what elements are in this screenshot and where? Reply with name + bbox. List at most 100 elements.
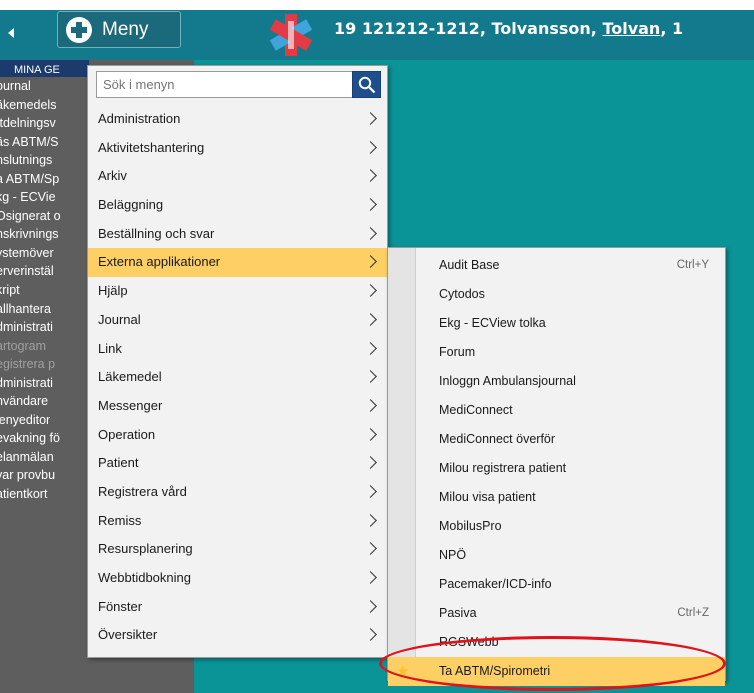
left-panel-item[interactable]: kg - ECVie (0, 188, 89, 207)
menu-item[interactable]: Link (88, 335, 387, 364)
menu-item-label: Journal (98, 311, 141, 327)
menu-item[interactable]: Journal (88, 306, 387, 335)
submenu-item[interactable]: NPÖ (388, 541, 725, 570)
left-panel-item[interactable]: allhantera (0, 300, 89, 319)
left-panel-item[interactable]: evakning fö (0, 429, 89, 448)
menu-item[interactable]: Webbtidbokning (88, 564, 387, 593)
menu-item-label: Aktivitetshantering (98, 139, 205, 155)
patient-given-name-link[interactable]: Tolvan (602, 19, 660, 38)
left-panel-item[interactable]: var provbu (0, 466, 89, 485)
submenu-item-label: MediConnect (439, 403, 513, 417)
submenu-item[interactable]: MobilusPro (388, 512, 725, 541)
submenu-item[interactable]: Inloggn Ambulansjournal (388, 367, 725, 396)
submenu-item[interactable]: Milou visa patient (388, 483, 725, 512)
left-panel-item[interactable]: erverinstäl (0, 262, 89, 281)
menu-item-label: Hjälp (98, 283, 128, 299)
submenu-item[interactable]: Ekg - ECView tolka (388, 309, 725, 338)
patient-info-trailing: 1 (671, 19, 684, 38)
main-menu-dropdown: Administration Aktivitetshantering Arkiv Be… (87, 65, 388, 658)
submenu-item-label: Milou visa patient (439, 490, 536, 504)
chevron-right-icon (364, 399, 377, 412)
left-panel-item[interactable]: a ABTM/Sp (0, 170, 89, 189)
left-panel-item[interactable]: äs ABTM/S (0, 133, 89, 152)
menu-item[interactable]: Läkemedel (88, 363, 387, 392)
menu-item[interactable]: Operation (88, 421, 387, 450)
menu-item[interactable]: Fönster (88, 593, 387, 622)
chevron-right-icon (364, 341, 377, 355)
menu-list: Administration Aktivitetshantering Arkiv Be… (88, 105, 387, 650)
menu-item[interactable]: Hjälp (88, 277, 387, 306)
chevron-right-icon (364, 456, 377, 470)
menu-item[interactable]: Arkiv (88, 162, 387, 191)
menu-item[interactable]: Registrera vård (88, 478, 387, 507)
submenu-item[interactable]: Cytodos (388, 280, 725, 309)
left-panel-item[interactable]: nslutnings (0, 151, 89, 170)
patient-banner: 19 121212-1212, Tolvansson, Tolvan, 1 (334, 19, 684, 38)
left-panel-header: MINA GE (0, 60, 89, 77)
chevron-right-icon (364, 542, 377, 556)
left-panel-item[interactable]: kript (0, 281, 89, 300)
submenu-item[interactable]: Milou registrera patient (388, 454, 725, 483)
menu-item[interactable]: Messenger (88, 392, 387, 421)
submenu-item[interactable]: Pasiva Ctrl+Z (388, 599, 725, 628)
submenu-item-label: MobilusPro (439, 519, 502, 533)
left-panel-item[interactable]: Osignerat o (0, 207, 89, 226)
chevron-right-icon (364, 140, 377, 154)
search-button[interactable] (352, 71, 381, 98)
submenu-item-label: Inloggn Ambulansjournal (439, 374, 576, 388)
submenu-item[interactable]: RGSWebb (388, 628, 725, 657)
menu-search-input[interactable] (96, 71, 354, 98)
menu-item-label: Patient (98, 455, 139, 471)
submenu-item-shortcut: Ctrl+Z (677, 607, 709, 619)
menu-item[interactable]: Patient (88, 449, 387, 478)
submenu-item[interactable]: MediConnect (388, 396, 725, 425)
chevron-right-icon (364, 112, 377, 125)
left-panel-item[interactable]: atientkort (0, 485, 89, 504)
left-panel-item[interactable]: ystemöver (0, 244, 89, 263)
left-panel-item[interactable]: dministrati (0, 318, 89, 337)
menu-item[interactable]: Beläggning (88, 191, 387, 220)
cropped-caption (0, 0, 754, 10)
chevron-right-icon (364, 513, 377, 527)
submenu-item-label: Pacemaker/ICD-info (439, 577, 552, 591)
left-panel-item[interactable]: elanmälan (0, 448, 89, 467)
menu-item[interactable]: Översikter (88, 621, 387, 650)
left-panel-item[interactable]: artogram (0, 337, 89, 356)
menu-item-label: Läkemedel (98, 369, 162, 385)
submenu-item-label: NPÖ (439, 548, 467, 562)
left-panel-item[interactable]: nskrivnings (0, 225, 89, 244)
submenu-item-label: Cytodos (439, 287, 485, 301)
left-panel-item[interactable]: lenyeditor (0, 411, 89, 430)
menu-item[interactable]: Aktivitetshantering (88, 134, 387, 163)
menu-item-label: Externa applikationer (98, 254, 221, 270)
submenu-item-label: Milou registrera patient (439, 461, 567, 475)
left-panel-item[interactable]: egistrera p (0, 355, 89, 374)
menu-item[interactable]: Beställning och svar (88, 220, 387, 249)
left-panel-item[interactable]: dministrati (0, 374, 89, 393)
menu-item-label: Fönster (98, 598, 143, 614)
menu-item-label: Operation (98, 426, 156, 442)
menu-item[interactable]: Administration (88, 105, 387, 134)
menu-button[interactable]: Meny (57, 11, 181, 48)
menu-item-label: Arkiv (98, 168, 127, 184)
left-panel-item[interactable]: Itdelningsv (0, 114, 89, 133)
plus-circle-icon (66, 16, 92, 43)
left-panel-item[interactable]: äkemedels (0, 96, 89, 115)
menu-item[interactable]: Resursplanering (88, 535, 387, 564)
chevron-right-icon (364, 226, 377, 240)
menu-item[interactable]: Externa applikationer (88, 248, 387, 278)
submenu-item[interactable]: MediConnect överför (388, 425, 725, 454)
submenu-item-label: Ekg - ECView tolka (439, 316, 546, 330)
submenu-item[interactable]: Pacemaker/ICD-info (388, 570, 725, 599)
left-panel-item[interactable]: nvändare (0, 392, 89, 411)
submenu-item[interactable]: ★ Ta ABTM/Spirometri (388, 657, 725, 686)
back-arrow-icon[interactable] (8, 28, 14, 38)
submenu-item[interactable]: Audit Base Ctrl+Y (388, 251, 725, 280)
menu-item[interactable]: Remiss (88, 507, 387, 536)
menu-item-label: Webbtidbokning (98, 570, 191, 585)
left-panel-item[interactable]: ournal (0, 77, 89, 96)
patient-surname: Tolvansson (491, 19, 591, 38)
submenu-item-label: RGSWebb (439, 635, 499, 649)
submenu-item[interactable]: Forum (388, 338, 725, 367)
submenu-item-label: Pasiva (439, 606, 477, 620)
